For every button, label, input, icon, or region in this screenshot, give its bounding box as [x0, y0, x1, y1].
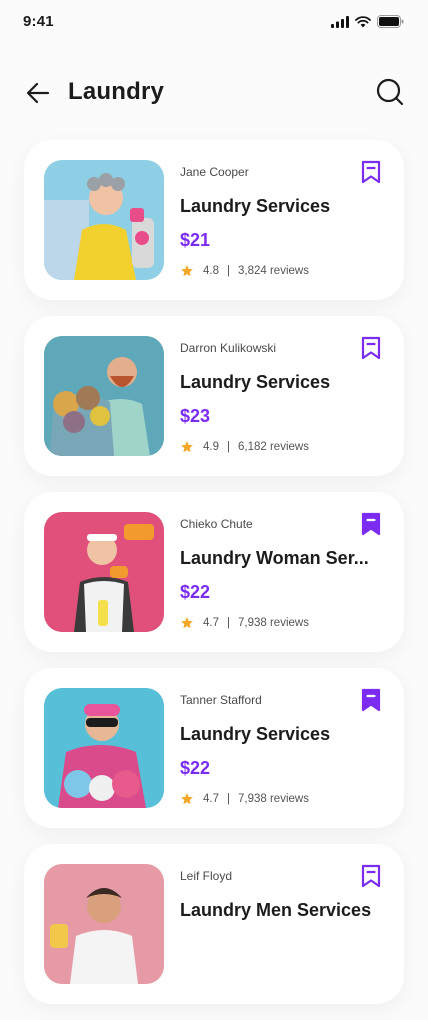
review-count: 6,182 reviews — [238, 441, 309, 453]
status-bar: 9:41 — [0, 0, 428, 44]
provider-name: Tanner Stafford — [180, 693, 262, 707]
service-title: Laundry Men Services — [180, 900, 372, 920]
star-icon — [181, 265, 193, 277]
status-time: 9:41 — [23, 13, 54, 30]
service-price: $23 — [180, 406, 211, 426]
star-icon — [181, 793, 193, 805]
review-count: 3,824 reviews — [238, 265, 309, 277]
cellular-signal-icon — [331, 15, 349, 28]
service-card[interactable]: Darron Kulikowski Laundry Services $23 4… — [24, 316, 404, 476]
service-card[interactable]: Chieko Chute Laundry Woman Ser... $22 4.… — [24, 492, 404, 652]
rating-value: 4.7 — [203, 793, 219, 805]
provider-name: Leif Floyd — [180, 869, 233, 883]
arrow-left-icon[interactable] — [24, 80, 52, 106]
service-price: $22 — [180, 758, 211, 778]
rating-row: 4.8 | 3,824 reviews — [180, 264, 309, 278]
provider-name: Jane Cooper — [180, 165, 249, 179]
rating-row: 4.9 | 6,182 reviews — [180, 440, 309, 454]
bookmark-icon[interactable] — [360, 336, 382, 360]
service-photo — [44, 160, 164, 280]
service-title: Laundry Woman Ser... — [180, 548, 369, 568]
star-icon — [181, 441, 193, 453]
service-title: Laundry Services — [180, 372, 331, 392]
service-card[interactable]: Jane Cooper Laundry Services $21 4.8 | 3… — [24, 140, 404, 300]
status-icons — [331, 15, 404, 28]
rating-value: 4.7 — [203, 617, 219, 629]
provider-name: Darron Kulikowski — [180, 341, 277, 355]
wifi-icon — [355, 15, 371, 27]
service-photo — [44, 864, 164, 984]
page-title: Laundry — [68, 78, 165, 105]
service-list: Jane Cooper Laundry Services $21 4.8 | 3… — [24, 140, 404, 1020]
rating-value: 4.9 — [203, 441, 219, 453]
service-price: $21 — [180, 230, 211, 250]
service-photo — [44, 336, 164, 456]
service-title: Laundry Services — [180, 724, 331, 744]
separator: | — [227, 441, 230, 453]
review-count: 7,938 reviews — [238, 617, 309, 629]
search-icon[interactable] — [376, 78, 404, 106]
service-photo — [44, 512, 164, 632]
separator: | — [227, 617, 230, 629]
service-title: Laundry Services — [180, 196, 331, 216]
separator: | — [227, 265, 230, 277]
header: Laundry — [0, 70, 428, 116]
review-count: 7,938 reviews — [238, 793, 309, 805]
bookmark-filled-icon[interactable] — [360, 688, 382, 712]
rating-row: 4.7 | 7,938 reviews — [180, 616, 309, 630]
battery-icon — [377, 15, 404, 28]
service-price: $22 — [180, 582, 211, 602]
service-photo — [44, 688, 164, 808]
bookmark-icon[interactable] — [360, 864, 382, 888]
rating-value: 4.8 — [203, 265, 219, 277]
service-card[interactable]: Tanner Stafford Laundry Services $22 4.7… — [24, 668, 404, 828]
provider-name: Chieko Chute — [180, 517, 253, 531]
service-card[interactable]: Leif Floyd Laundry Men Services — [24, 844, 404, 1004]
separator: | — [227, 793, 230, 805]
star-icon — [181, 617, 193, 629]
bookmark-icon[interactable] — [360, 160, 382, 184]
rating-row: 4.7 | 7,938 reviews — [180, 792, 309, 806]
bookmark-filled-icon[interactable] — [360, 512, 382, 536]
